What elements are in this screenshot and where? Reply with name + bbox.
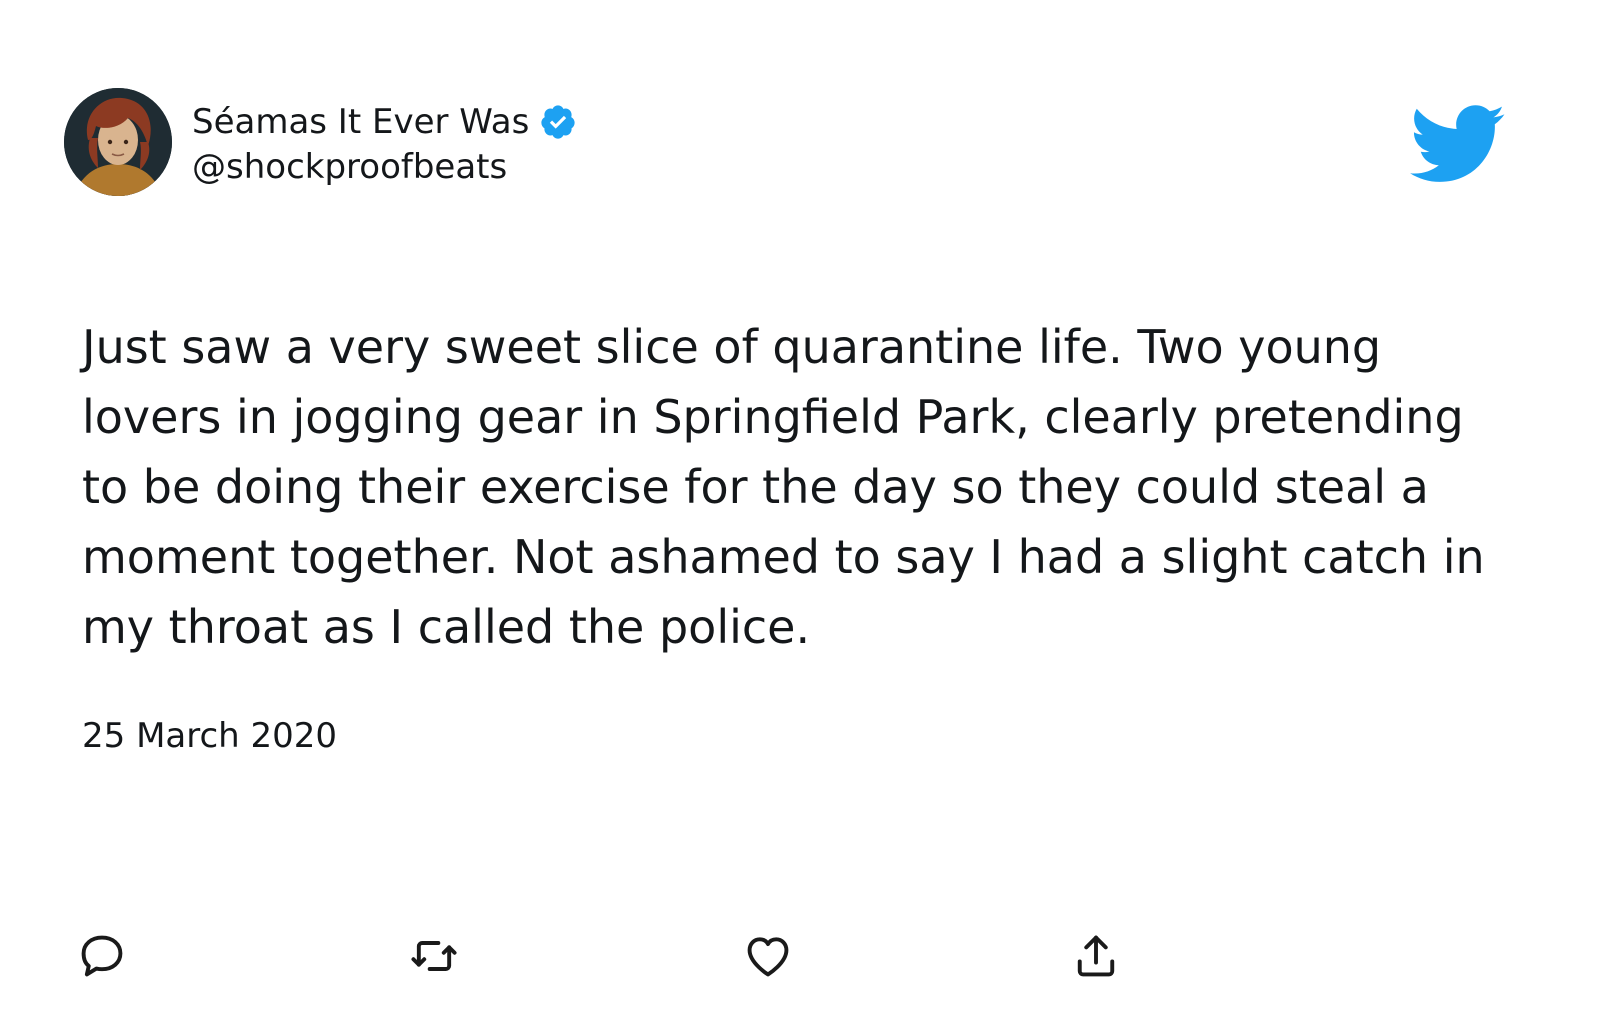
tweet-timestamp[interactable]: 25 March 2020 [82,716,337,756]
display-name[interactable]: Séamas It Ever Was [192,102,529,142]
avatar[interactable] [64,88,172,196]
twitter-bird-icon [1410,104,1506,184]
share-icon[interactable] [1070,930,1122,982]
author-handle[interactable]: @shockproofbeats [192,147,577,187]
name-row: Séamas It Ever Was [192,97,577,147]
retweet-icon[interactable] [408,930,460,982]
tweet-card: Séamas It Ever Was @shockproofbeats Just… [0,0,1600,1028]
like-icon[interactable] [742,930,794,982]
tweet-text: Just saw a very sweet slice of quarantin… [82,320,1485,654]
avatar-illustration [64,88,172,196]
tweet-header: Séamas It Ever Was @shockproofbeats [64,88,577,196]
reply-icon[interactable] [76,930,128,982]
verified-badge-icon [539,103,577,141]
tweet-actions [0,930,1600,990]
author-identity: Séamas It Ever Was @shockproofbeats [192,97,577,187]
